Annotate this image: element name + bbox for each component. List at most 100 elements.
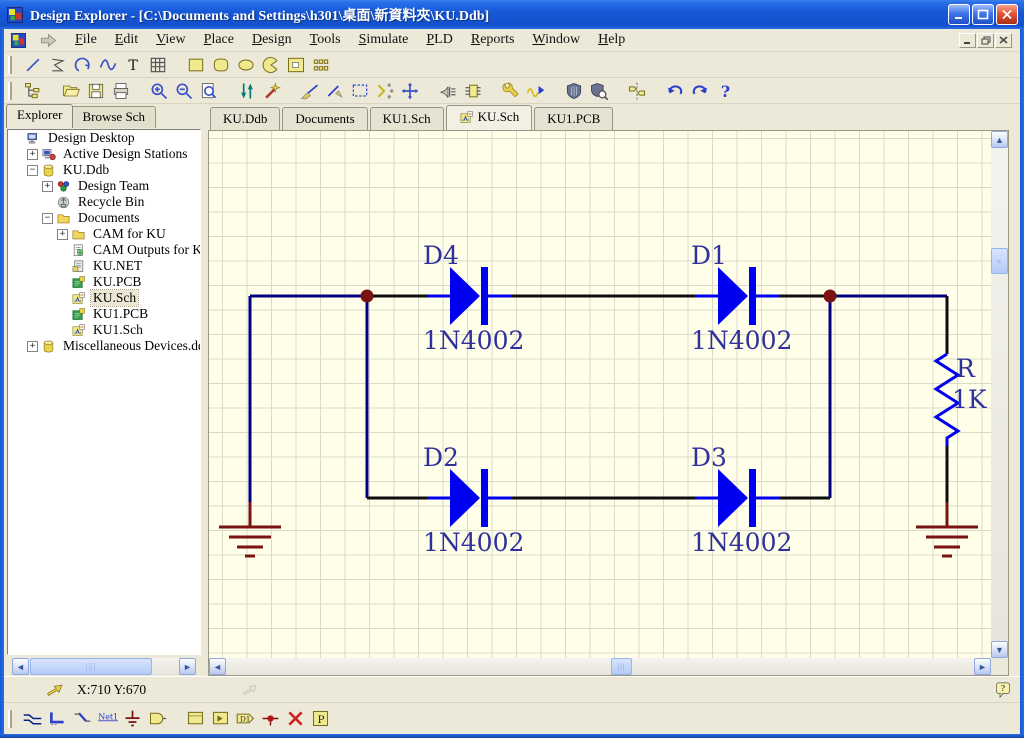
- scroll-right-button[interactable]: ►: [974, 658, 991, 675]
- close-button[interactable]: [996, 4, 1018, 25]
- simulate-wave-button[interactable]: [523, 79, 548, 103]
- expand-icon[interactable]: +: [27, 341, 38, 352]
- parts-button[interactable]: [460, 79, 485, 103]
- wand-button[interactable]: [259, 79, 284, 103]
- junction-button[interactable]: [258, 707, 283, 731]
- scroll-up-button[interactable]: ▲: [991, 131, 1008, 148]
- polygon-tool-button[interactable]: [45, 53, 70, 77]
- menu-edit[interactable]: Edit: [106, 30, 147, 50]
- save-button[interactable]: [83, 79, 108, 103]
- toolbar-grip[interactable]: [8, 710, 12, 728]
- bus-tool-button[interactable]: [45, 707, 70, 731]
- scroll-left-button[interactable]: ◄: [12, 658, 29, 675]
- mdi-restore-button[interactable]: [977, 33, 994, 48]
- doc-tab-documents[interactable]: Documents: [282, 107, 367, 130]
- rectangle-tool-button[interactable]: [183, 53, 208, 77]
- no-erc-button[interactable]: [283, 707, 308, 731]
- resistor-R[interactable]: R1K: [936, 354, 988, 446]
- array-tool-button[interactable]: [308, 53, 333, 77]
- help-button[interactable]: ?: [712, 79, 737, 103]
- shield-magnifier-button[interactable]: [586, 79, 611, 103]
- scroll-left-button[interactable]: ◄: [209, 658, 226, 675]
- menu-tools[interactable]: Tools: [301, 30, 350, 50]
- menu-pld[interactable]: PLD: [417, 30, 461, 50]
- expand-icon[interactable]: +: [42, 181, 53, 192]
- menu-file[interactable]: File: [66, 30, 106, 50]
- menu-place[interactable]: Place: [195, 30, 243, 50]
- netlist-button[interactable]: [435, 79, 460, 103]
- move-button[interactable]: [397, 79, 422, 103]
- digital-io-button[interactable]: [624, 79, 649, 103]
- mdi-close-button[interactable]: [995, 33, 1012, 48]
- tree-item-design-desktop[interactable]: Design Desktop: [8, 130, 200, 146]
- scroll-right-button[interactable]: ►: [179, 658, 196, 675]
- bezier-tool-button[interactable]: [95, 53, 120, 77]
- net-label-button[interactable]: Net1: [95, 707, 120, 731]
- schematic-canvas[interactable]: D41N4002D11N4002D21N4002D31N4002R1K: [209, 131, 991, 658]
- arc-tool-button[interactable]: [70, 53, 95, 77]
- ellipse-tool-button[interactable]: [233, 53, 258, 77]
- scroll-thumb[interactable]: ||||: [30, 658, 152, 675]
- port-button[interactable]: D1: [233, 707, 258, 731]
- menu-simulate[interactable]: Simulate: [350, 30, 418, 50]
- rounded-rectangle-tool-button[interactable]: [208, 53, 233, 77]
- bus-entry-button[interactable]: [70, 707, 95, 731]
- toolbar-grip[interactable]: [8, 82, 12, 100]
- explorer-toggle-button[interactable]: [20, 79, 45, 103]
- paste-dots-button[interactable]: [372, 79, 397, 103]
- sheet-symbol-button[interactable]: [183, 707, 208, 731]
- doc-tab-ku-ddb[interactable]: KU.Ddb: [210, 107, 280, 130]
- scroll-thumb[interactable]: ≡: [991, 248, 1008, 274]
- menu-arrow-icon[interactable]: [39, 31, 58, 50]
- scroll-thumb[interactable]: |||: [611, 658, 632, 675]
- print-button[interactable]: [108, 79, 133, 103]
- zoom-document-button[interactable]: [196, 79, 221, 103]
- maximize-button[interactable]: [972, 4, 994, 25]
- doc-tab-ku-sch[interactable]: KU.Sch: [446, 105, 533, 131]
- probe-button[interactable]: P: [308, 707, 333, 731]
- wrench-button[interactable]: [498, 79, 523, 103]
- pie-tool-button[interactable]: [258, 53, 283, 77]
- doc-tab-ku1-pcb[interactable]: KU1.PCB: [534, 107, 613, 130]
- power-port-button[interactable]: [120, 707, 145, 731]
- diode-D4[interactable]: D41N4002: [423, 241, 524, 355]
- menu-view[interactable]: View: [147, 30, 195, 50]
- menu-help[interactable]: Help: [589, 30, 634, 50]
- diode-D3[interactable]: D31N4002: [691, 443, 792, 557]
- selection-button[interactable]: [347, 79, 372, 103]
- graphic-tool-button[interactable]: [283, 53, 308, 77]
- tree-item-ku-sch[interactable]: KU.Sch: [8, 290, 200, 306]
- tree-item-cam-for-ku[interactable]: +CAM for KU: [8, 226, 200, 242]
- ground-symbol[interactable]: [916, 527, 978, 556]
- part-button[interactable]: [145, 707, 170, 731]
- tree-item-recycle-bin[interactable]: Recycle Bin: [8, 194, 200, 210]
- minimize-button[interactable]: [948, 4, 970, 25]
- menu-window[interactable]: Window: [523, 30, 589, 50]
- zoom-out-button[interactable]: [171, 79, 196, 103]
- collapse-icon[interactable]: −: [27, 165, 38, 176]
- hierarchy-updown-button[interactable]: [234, 79, 259, 103]
- menu-reports[interactable]: Reports: [462, 30, 524, 50]
- tree-item-documents[interactable]: −Documents: [8, 210, 200, 226]
- sheet-entry-button[interactable]: [208, 707, 233, 731]
- tree-item-ku1-pcb[interactable]: KU1.PCB: [8, 306, 200, 322]
- expand-icon[interactable]: +: [57, 229, 68, 240]
- tree-item-design-team[interactable]: +Design Team: [8, 178, 200, 194]
- tree-item-active-design-stations[interactable]: +Active Design Stations: [8, 146, 200, 162]
- diode-D1[interactable]: D11N4002: [691, 241, 792, 355]
- wire-brush-button[interactable]: [297, 79, 322, 103]
- expand-icon[interactable]: +: [27, 149, 38, 160]
- ground-symbol[interactable]: [219, 527, 281, 556]
- menu-design[interactable]: Design: [243, 30, 301, 50]
- doc-tab-ku1-sch[interactable]: KU1.Sch: [370, 107, 444, 130]
- wire-junction[interactable]: [361, 290, 374, 303]
- tab-browse-sch[interactable]: Browse Sch: [71, 106, 155, 128]
- help-balloon-icon[interactable]: ?: [994, 681, 1012, 699]
- wire-tool-button[interactable]: [20, 707, 45, 731]
- sheet-grid-button[interactable]: [145, 53, 170, 77]
- collapse-icon[interactable]: −: [42, 213, 53, 224]
- tree-item-ku-pcb[interactable]: KU.PCB: [8, 274, 200, 290]
- line-tool-button[interactable]: [20, 53, 45, 77]
- scroll-down-button[interactable]: ▼: [991, 641, 1008, 658]
- tree-item-ku-net[interactable]: KU.NET: [8, 258, 200, 274]
